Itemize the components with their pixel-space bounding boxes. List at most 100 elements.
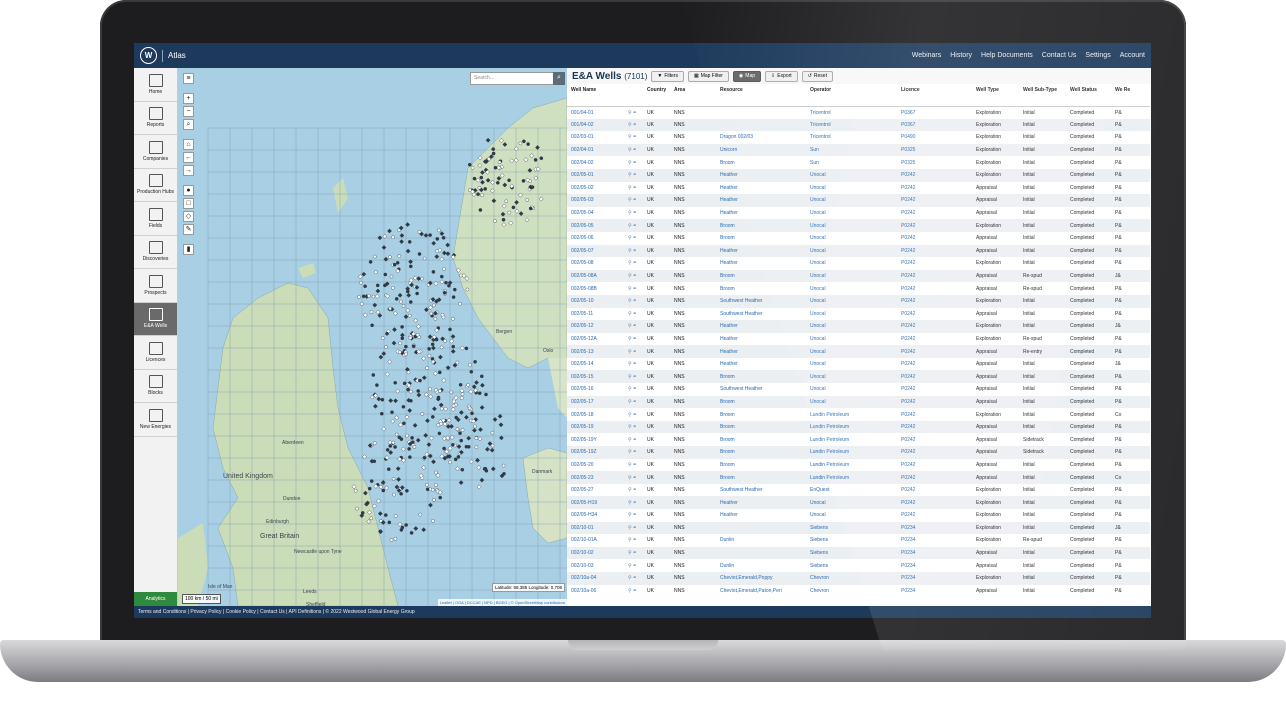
cell-resource[interactable]: Heather — [716, 496, 806, 509]
table-row[interactable]: 002/05-27 ⚲⚭ UK NNS Southwest Heather EnQuest… — [567, 484, 1150, 497]
cell-well-name[interactable]: 002/05-19Y — [567, 433, 624, 446]
cell-operator[interactable]: Tricentrol — [806, 131, 897, 144]
row-action-icons[interactable]: ⚲⚭ — [624, 282, 643, 295]
well-marker[interactable] — [401, 304, 406, 308]
cell-resource[interactable]: Heather — [716, 333, 806, 346]
well-marker[interactable] — [468, 389, 474, 395]
cell-well-name[interactable]: 002/05-15 — [567, 370, 624, 384]
cell-well-name[interactable]: 002/05-19 — [567, 420, 624, 434]
row-action-icons[interactable]: ⚲⚭ — [624, 446, 643, 459]
well-marker[interactable] — [412, 275, 418, 281]
cell-resource[interactable]: Broom — [716, 408, 806, 421]
well-marker[interactable] — [439, 256, 445, 262]
well-marker[interactable] — [460, 467, 465, 472]
cell-licence[interactable]: P0490 — [897, 131, 972, 144]
row-action-icons[interactable]: ⚲⚭ — [624, 496, 643, 509]
cell-resource[interactable] — [716, 106, 806, 119]
cell-well-name[interactable]: 002/05-08 — [567, 257, 624, 270]
table-row[interactable]: 002/10a-04 ⚲⚭ UK NNS Cheviot,Emerald,Poppy Ch… — [567, 571, 1150, 585]
column-header-well-status[interactable]: Well Status — [1066, 84, 1111, 107]
well-marker[interactable] — [370, 323, 374, 328]
cell-resource[interactable] — [716, 118, 806, 132]
well-marker[interactable] — [446, 417, 452, 423]
well-marker[interactable] — [371, 373, 376, 377]
table-row[interactable]: 002/04-02 ⚲⚭ UK NNS Broom Sun P0325 Exploration… — [567, 156, 1150, 169]
well-marker[interactable] — [476, 192, 480, 196]
well-marker[interactable] — [423, 392, 429, 398]
cell-licence[interactable]: P0234 — [897, 546, 972, 560]
well-marker[interactable] — [375, 283, 380, 288]
well-marker[interactable] — [431, 459, 436, 465]
well-marker[interactable] — [528, 206, 533, 211]
cell-well-name[interactable]: 002/04-02 — [567, 156, 624, 169]
well-marker[interactable] — [405, 433, 409, 438]
table-row[interactable]: 002/05-02 ⚲⚭ UK NNS Heather Unocal P0242 Apprai… — [567, 182, 1150, 195]
well-marker[interactable] — [395, 466, 401, 472]
well-marker[interactable] — [393, 536, 398, 541]
well-marker[interactable] — [398, 422, 403, 428]
well-marker[interactable] — [484, 446, 490, 452]
cell-operator[interactable]: Unocal — [806, 308, 897, 321]
well-marker[interactable] — [498, 435, 504, 441]
cell-resource[interactable]: Cheviot,Emerald,Poppy — [716, 571, 806, 585]
well-marker[interactable] — [447, 445, 453, 451]
row-action-icons[interactable]: ⚲⚭ — [624, 244, 643, 258]
well-marker[interactable] — [393, 380, 397, 385]
well-marker[interactable] — [408, 336, 413, 340]
well-marker[interactable] — [371, 294, 376, 299]
row-action-icons[interactable]: ⚲⚭ — [624, 546, 643, 560]
cell-well-name[interactable]: 002/03-01 — [567, 131, 624, 144]
well-marker[interactable] — [431, 303, 436, 308]
cell-licence[interactable]: P0242 — [897, 294, 972, 308]
well-marker[interactable] — [428, 387, 432, 392]
export-button[interactable]: ⇩ Export — [765, 70, 798, 82]
cell-well-name[interactable]: 002/05-03 — [567, 194, 624, 207]
well-marker[interactable] — [459, 438, 464, 443]
well-marker[interactable] — [439, 231, 445, 237]
well-marker[interactable] — [408, 264, 413, 269]
well-marker[interactable] — [490, 443, 495, 448]
well-marker[interactable] — [367, 293, 371, 298]
well-marker[interactable] — [479, 477, 485, 483]
cell-licence[interactable]: P0242 — [897, 408, 972, 421]
topnav-item-help-documents[interactable]: Help Documents — [981, 52, 1033, 59]
well-marker[interactable] — [418, 512, 423, 517]
row-action-icons[interactable]: ⚲⚭ — [624, 459, 643, 472]
cell-licence[interactable]: P0242 — [897, 420, 972, 434]
well-marker[interactable] — [479, 382, 485, 388]
well-marker[interactable] — [468, 459, 474, 465]
well-marker[interactable] — [431, 270, 436, 274]
well-marker[interactable] — [381, 351, 387, 357]
row-action-icons[interactable]: ⚲⚭ — [624, 308, 643, 321]
nav-item-prospects[interactable]: Prospects — [134, 269, 177, 303]
well-marker[interactable] — [383, 513, 388, 517]
well-marker[interactable] — [387, 359, 393, 365]
cell-licence[interactable]: P0242 — [897, 232, 972, 245]
cell-resource[interactable]: Broom — [716, 459, 806, 472]
cell-licence[interactable]: P0242 — [897, 370, 972, 384]
well-marker[interactable] — [407, 313, 412, 318]
cell-resource[interactable]: Heather — [716, 194, 806, 207]
table-row[interactable]: 002/05-15 ⚲⚭ UK NNS Broom Unocal P0242 Appraisa… — [567, 370, 1150, 384]
table-row[interactable]: 002/10-01 ⚲⚭ UK NNS Siebens P0234 Exploration I… — [567, 521, 1150, 535]
cell-licence[interactable]: P0242 — [897, 333, 972, 346]
well-marker[interactable] — [388, 444, 393, 448]
nav-item-licences[interactable]: Licences — [134, 336, 177, 370]
well-marker[interactable] — [480, 193, 484, 198]
row-action-icons[interactable]: ⚲⚭ — [624, 484, 643, 497]
cell-operator[interactable]: Chevron — [806, 571, 897, 585]
cell-operator[interactable]: Lundin Petroleum — [806, 433, 897, 446]
well-marker[interactable] — [455, 427, 460, 432]
well-marker[interactable] — [472, 176, 477, 181]
search-icon[interactable]: ⌕ — [553, 72, 565, 85]
table-row[interactable]: 002/05-12A ⚲⚭ UK NNS Heather Unocal P0242 Explo… — [567, 333, 1150, 346]
cell-resource[interactable]: Broom — [716, 395, 806, 409]
table-row[interactable]: 002/05-08A ⚲⚭ UK NNS Broom Unocal P0242 Apprais… — [567, 269, 1150, 283]
well-marker[interactable] — [433, 316, 438, 321]
well-marker[interactable] — [397, 228, 401, 232]
well-marker[interactable] — [383, 272, 388, 277]
well-marker[interactable] — [472, 427, 477, 433]
cell-operator[interactable]: Unocal — [806, 370, 897, 384]
well-marker[interactable] — [439, 274, 444, 279]
row-action-icons[interactable]: ⚲⚭ — [624, 408, 643, 421]
